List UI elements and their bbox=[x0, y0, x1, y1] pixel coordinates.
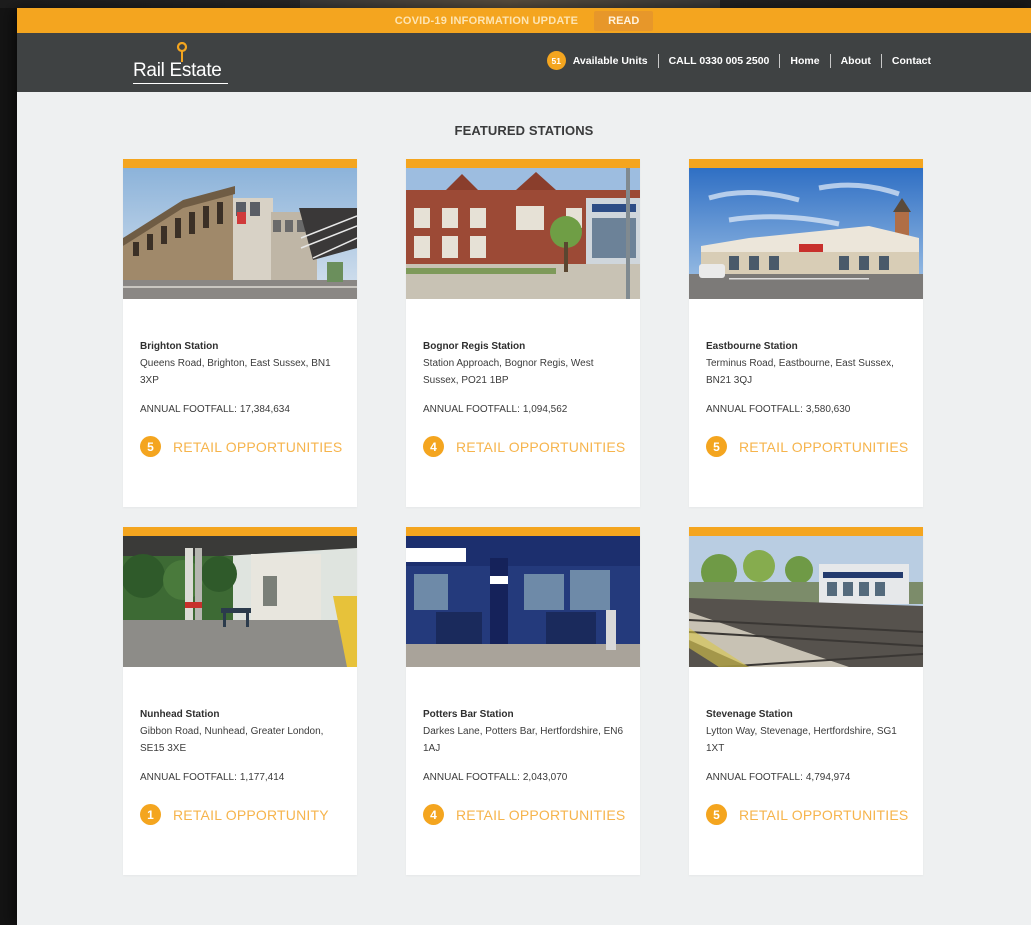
nav-phone[interactable]: CALL 0330 005 2500 bbox=[669, 55, 770, 67]
footfall-label: ANNUAL FOOTFALL: bbox=[423, 772, 520, 783]
station-photo bbox=[123, 168, 357, 299]
location-pin-icon bbox=[176, 42, 188, 62]
station-name: Bognor Regis Station bbox=[423, 341, 526, 352]
station-info: Brighton Station Queens Road, Brighton, … bbox=[140, 338, 345, 389]
retail-opportunities-link[interactable]: 4 RETAIL OPPORTUNITIES bbox=[423, 804, 625, 825]
station-footfall: ANNUAL FOOTFALL: 4,794,974 bbox=[706, 772, 850, 783]
nav-available-units[interactable]: Available Units bbox=[573, 55, 648, 67]
logo-underline bbox=[133, 83, 228, 84]
footfall-label: ANNUAL FOOTFALL: bbox=[140, 404, 237, 415]
footfall-label: ANNUAL FOOTFALL: bbox=[423, 404, 520, 415]
footfall-label: ANNUAL FOOTFALL: bbox=[706, 404, 803, 415]
nav-divider bbox=[829, 53, 831, 68]
station-photo bbox=[406, 168, 640, 299]
footfall-value: 2,043,070 bbox=[522, 772, 568, 783]
nav-home[interactable]: Home bbox=[790, 55, 819, 67]
retail-opportunities-link[interactable]: 1 RETAIL OPPORTUNITY bbox=[140, 804, 329, 825]
retail-label: RETAIL OPPORTUNITIES bbox=[739, 438, 909, 455]
retail-label: RETAIL OPPORTUNITIES bbox=[739, 806, 909, 823]
nav-divider bbox=[880, 53, 882, 68]
footfall-value: 1,177,414 bbox=[239, 772, 285, 783]
station-footfall: ANNUAL FOOTFALL: 2,043,070 bbox=[423, 772, 567, 783]
retail-label: RETAIL OPPORTUNITIES bbox=[173, 438, 343, 455]
retail-count-badge: 4 bbox=[423, 804, 444, 825]
station-card-nunhead[interactable]: Nunhead Station Gibbon Road, Nunhead, Gr… bbox=[123, 527, 357, 875]
main-nav: 51 Available Units CALL 0330 005 2500 Ho… bbox=[546, 51, 931, 70]
covid-banner: COVID-19 INFORMATION UPDATE READ bbox=[17, 8, 1031, 33]
station-info: Stevenage Station Lytton Way, Stevenage,… bbox=[706, 706, 911, 757]
retail-count-badge: 5 bbox=[706, 804, 727, 825]
station-photo bbox=[689, 536, 923, 667]
retail-opportunities-link[interactable]: 5 RETAIL OPPORTUNITIES bbox=[706, 804, 908, 825]
station-photo bbox=[123, 536, 357, 667]
website-page: COVID-19 INFORMATION UPDATE READ Rail Es… bbox=[17, 8, 1031, 925]
station-name: Stevenage Station bbox=[706, 709, 793, 720]
station-photo bbox=[689, 168, 923, 299]
footfall-value: 17,384,634 bbox=[239, 404, 290, 415]
read-button[interactable]: READ bbox=[594, 10, 654, 31]
retail-count-badge: 5 bbox=[140, 436, 161, 457]
footfall-label: ANNUAL FOOTFALL: bbox=[706, 772, 803, 783]
available-units-badge[interactable]: 51 bbox=[546, 51, 566, 70]
covid-banner-text: COVID-19 INFORMATION UPDATE bbox=[394, 14, 579, 27]
retail-label: RETAIL OPPORTUNITIES bbox=[456, 438, 626, 455]
site-header: Rail Estate 51 Available Units CALL 0330… bbox=[17, 33, 1031, 92]
station-card-eastbourne[interactable]: Eastbourne Station Terminus Road, Eastbo… bbox=[689, 159, 923, 507]
station-card-stevenage[interactable]: Stevenage Station Lytton Way, Stevenage,… bbox=[689, 527, 923, 875]
footfall-value: 3,580,630 bbox=[805, 404, 851, 415]
footfall-value: 4,794,974 bbox=[805, 772, 851, 783]
station-address: Gibbon Road, Nunhead, Greater London, SE… bbox=[140, 726, 324, 754]
station-name: Brighton Station bbox=[140, 341, 219, 352]
station-card-bognor-regis[interactable]: Bognor Regis Station Station Approach, B… bbox=[406, 159, 640, 507]
page-title: FEATURED STATIONS bbox=[454, 123, 594, 138]
station-address: Lytton Way, Stevenage, Hertfordshire, SG… bbox=[706, 726, 897, 754]
nav-divider bbox=[657, 53, 659, 68]
station-info: Bognor Regis Station Station Approach, B… bbox=[423, 338, 628, 389]
station-footfall: ANNUAL FOOTFALL: 17,384,634 bbox=[140, 404, 290, 415]
station-name: Eastbourne Station bbox=[706, 341, 798, 352]
footfall-value: 1,094,562 bbox=[522, 404, 568, 415]
retail-count-badge: 5 bbox=[706, 436, 727, 457]
station-photo bbox=[406, 536, 640, 667]
station-info: Eastbourne Station Terminus Road, Eastbo… bbox=[706, 338, 911, 389]
retail-label: RETAIL OPPORTUNITY bbox=[173, 806, 329, 823]
station-address: Terminus Road, Eastbourne, East Sussex, … bbox=[706, 358, 894, 386]
station-footfall: ANNUAL FOOTFALL: 1,177,414 bbox=[140, 772, 284, 783]
station-card-brighton[interactable]: Brighton Station Queens Road, Brighton, … bbox=[123, 159, 357, 507]
station-info: Potters Bar Station Darkes Lane, Potters… bbox=[423, 706, 628, 757]
station-address: Darkes Lane, Potters Bar, Hertfordshire,… bbox=[423, 726, 624, 754]
nav-contact[interactable]: Contact bbox=[892, 55, 931, 67]
station-footfall: ANNUAL FOOTFALL: 1,094,562 bbox=[423, 404, 567, 415]
nav-divider bbox=[779, 53, 781, 68]
footfall-label: ANNUAL FOOTFALL: bbox=[140, 772, 237, 783]
station-address: Queens Road, Brighton, East Sussex, BN1 … bbox=[140, 358, 331, 386]
retail-opportunities-link[interactable]: 5 RETAIL OPPORTUNITIES bbox=[706, 436, 908, 457]
nav-about[interactable]: About bbox=[841, 55, 871, 67]
station-footfall: ANNUAL FOOTFALL: 3,580,630 bbox=[706, 404, 850, 415]
retail-opportunities-link[interactable]: 5 RETAIL OPPORTUNITIES bbox=[140, 436, 342, 457]
station-address: Station Approach, Bognor Regis, West Sus… bbox=[423, 358, 594, 386]
retail-count-badge: 1 bbox=[140, 804, 161, 825]
retail-opportunities-link[interactable]: 4 RETAIL OPPORTUNITIES bbox=[423, 436, 625, 457]
retail-label: RETAIL OPPORTUNITIES bbox=[456, 806, 626, 823]
retail-count-badge: 4 bbox=[423, 436, 444, 457]
station-info: Nunhead Station Gibbon Road, Nunhead, Gr… bbox=[140, 706, 345, 757]
station-name: Nunhead Station bbox=[140, 709, 220, 720]
station-name: Potters Bar Station bbox=[423, 709, 514, 720]
logo-text: Rail Estate bbox=[133, 60, 222, 81]
logo[interactable]: Rail Estate bbox=[133, 42, 229, 84]
station-card-potters-bar[interactable]: Potters Bar Station Darkes Lane, Potters… bbox=[406, 527, 640, 875]
